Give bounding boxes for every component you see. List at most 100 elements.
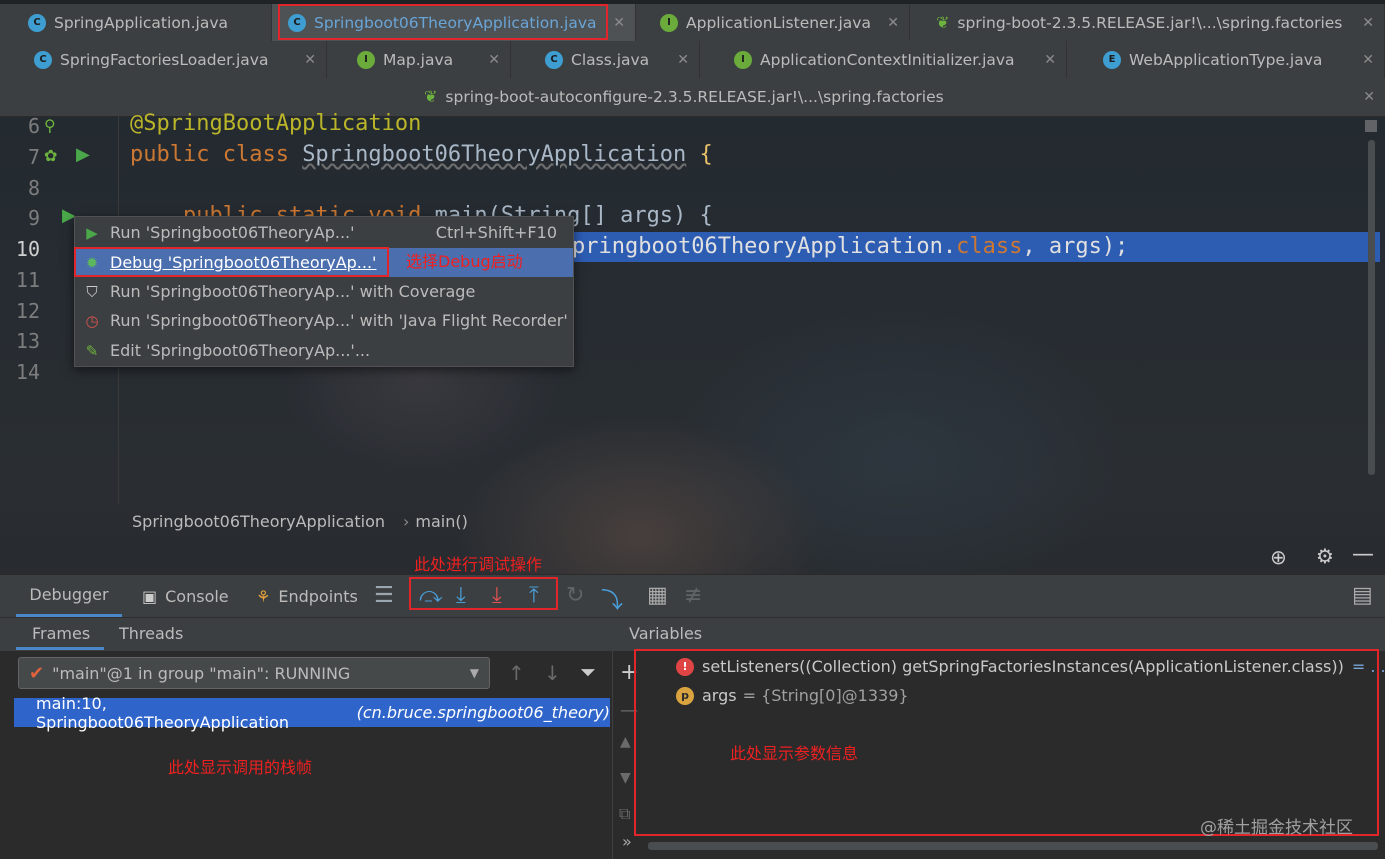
spring-leaf-icon: ❦ bbox=[936, 13, 950, 32]
watermark: @稀土掘金技术社区 bbox=[1200, 818, 1353, 838]
tab-webapplicationtype[interactable]: E WebApplicationType.java ✕ bbox=[1067, 41, 1385, 78]
frames-tab-indicator bbox=[16, 647, 104, 650]
close-icon[interactable]: ✕ bbox=[677, 52, 689, 68]
frame-row[interactable]: main:10, Springboot06TheoryApplication (… bbox=[14, 694, 610, 732]
step-out-icon[interactable]: ⤒ bbox=[529, 583, 539, 608]
spring-boot-gutter-icon[interactable]: ✿ bbox=[44, 146, 57, 165]
run-context-menu: ▶ Run 'Springboot06TheoryAp...' Ctrl+Shi… bbox=[74, 216, 574, 367]
editor-tab-row-2: C SpringFactoriesLoader.java ✕ I Map.jav… bbox=[0, 41, 1385, 79]
layout-settings-icon[interactable]: ▤ bbox=[1352, 583, 1373, 608]
chevron-right-icon: › bbox=[403, 511, 410, 531]
interface-file-icon: I bbox=[357, 50, 375, 69]
code-line-10: pringboot06TheoryApplication.class, args… bbox=[572, 234, 1129, 259]
menu-item-run-flight-recorder[interactable]: ◷ Run 'Springboot06TheoryAp...' with 'Ja… bbox=[75, 306, 573, 335]
breadcrumb-method[interactable]: main() bbox=[415, 512, 467, 531]
breadcrumb-class[interactable]: Springboot06TheoryApplication bbox=[132, 512, 385, 531]
close-icon[interactable]: ✕ bbox=[887, 15, 899, 31]
menu-item-run-coverage[interactable]: ⛉ Run 'Springboot06TheoryAp...' with Cov… bbox=[75, 277, 573, 306]
run-to-cursor-icon[interactable]: ⤵ bbox=[601, 583, 623, 615]
close-icon[interactable]: ✕ bbox=[488, 52, 500, 68]
gear-icon[interactable]: ⚙ bbox=[1316, 544, 1334, 568]
more-icon[interactable]: » bbox=[622, 832, 632, 851]
add-watch-icon[interactable]: + bbox=[620, 660, 638, 685]
close-icon[interactable]: ✕ bbox=[1044, 52, 1056, 68]
remove-watch-icon[interactable]: — bbox=[620, 700, 638, 721]
force-step-into-icon[interactable]: ⤓ bbox=[492, 583, 502, 608]
annotation-frames-info: 此处显示调用的栈帧 bbox=[168, 758, 313, 777]
line-number: 8 bbox=[27, 176, 40, 200]
close-icon[interactable]: ✕ bbox=[1362, 52, 1374, 68]
variables-horizontal-scrollbar[interactable] bbox=[648, 842, 1378, 850]
line-number: 12 bbox=[15, 299, 40, 323]
chevron-down-icon: ▼ bbox=[469, 666, 479, 680]
coverage-icon: ⛉ bbox=[86, 282, 98, 301]
minimize-icon[interactable]: — bbox=[1352, 542, 1374, 567]
thread-selector[interactable]: ✔ "main"@1 in group "main": RUNNING ▼ bbox=[18, 657, 490, 689]
line-number: 10 bbox=[15, 237, 40, 261]
annotation-vars-info: 此处显示参数信息 bbox=[730, 744, 859, 763]
menu-item-run[interactable]: ▶ Run 'Springboot06TheoryAp...' Ctrl+Shi… bbox=[75, 218, 573, 247]
tab-spring-factories[interactable]: ❦ spring-boot-2.3.5.RELEASE.jar!\...\spr… bbox=[910, 4, 1385, 41]
next-frame-icon[interactable]: ↓ bbox=[544, 661, 561, 685]
line-number: 14 bbox=[15, 360, 40, 384]
line-number: 7 bbox=[27, 145, 40, 169]
filter-icon[interactable]: ⏷ bbox=[580, 660, 596, 684]
error-icon: ! bbox=[676, 657, 694, 676]
close-icon[interactable]: ✕ bbox=[304, 52, 316, 68]
close-icon[interactable]: ✕ bbox=[1363, 89, 1375, 105]
tab-springfactoriesloader[interactable]: C SpringFactoriesLoader.java ✕ bbox=[0, 41, 327, 78]
tab-applicationcontextinitializer[interactable]: I ApplicationContextInitializer.java ✕ bbox=[700, 41, 1067, 78]
duplicate-icon[interactable]: ⧉ bbox=[619, 804, 630, 824]
tab-springboot06theoryapplication[interactable]: C Springboot06TheoryApplication.java ✕ bbox=[272, 4, 636, 41]
close-icon[interactable]: ✕ bbox=[613, 15, 625, 31]
inspection-status-icon[interactable] bbox=[1365, 120, 1377, 132]
tab-frames[interactable]: Frames bbox=[32, 624, 90, 643]
move-up-icon[interactable]: ▲ bbox=[620, 734, 631, 750]
tab-springapplication[interactable]: C SpringApplication.java bbox=[0, 4, 272, 41]
close-icon[interactable]: ✕ bbox=[1362, 15, 1374, 31]
tab-applicationlistener[interactable]: I ApplicationListener.java ✕ bbox=[636, 4, 910, 41]
step-into-icon[interactable]: ⤓ bbox=[456, 583, 466, 608]
class-file-icon: C bbox=[288, 13, 306, 32]
checkmark-icon: ✔ bbox=[29, 662, 45, 684]
crosshair-icon[interactable]: ⊕ bbox=[1270, 545, 1287, 569]
tab-console[interactable]: ▣ Console bbox=[142, 575, 229, 617]
drop-frame-icon[interactable]: ↻ bbox=[566, 583, 584, 608]
tab-debugger[interactable]: Debugger bbox=[16, 575, 122, 617]
enum-file-icon: E bbox=[1103, 50, 1121, 69]
class-file-icon: C bbox=[545, 50, 563, 69]
variable-row-args[interactable]: p args = {String[0]@1339} bbox=[676, 686, 909, 705]
previous-frame-icon[interactable]: ↑ bbox=[508, 661, 525, 685]
editor-vertical-scrollbar[interactable] bbox=[1368, 140, 1375, 475]
edit-config-icon: ✎ bbox=[85, 341, 99, 360]
move-down-icon[interactable]: ▼ bbox=[620, 770, 631, 786]
breadcrumb: Springboot06TheoryApplication › main() bbox=[118, 506, 1385, 536]
menu-item-edit-config[interactable]: ✎ Edit 'Springboot06TheoryAp...'... bbox=[75, 336, 573, 365]
trace-stream-icon[interactable]: ≢ bbox=[684, 583, 702, 608]
run-gutter-icon[interactable]: ▶ bbox=[76, 144, 90, 165]
evaluate-expression-icon[interactable]: ▦ bbox=[647, 583, 668, 608]
menu-lines-icon[interactable]: ☰ bbox=[374, 583, 394, 608]
tool-window-strip: ⊕ ⚙ — bbox=[0, 540, 1385, 574]
code-line-6: @SpringBootApplication bbox=[130, 111, 422, 136]
annotation-debug-start: 选择Debug启动 bbox=[406, 252, 523, 271]
debug-subheader: Frames Threads Variables bbox=[0, 617, 1385, 652]
parameter-icon: p bbox=[676, 686, 694, 705]
endpoints-icon: ⚘ bbox=[256, 586, 271, 606]
annotation-debug-ops: 此处进行调试操作 bbox=[414, 555, 543, 574]
interface-file-icon: I bbox=[734, 50, 752, 69]
variable-row-setlisteners[interactable]: ! setListeners((Collection) getSpringFac… bbox=[676, 657, 1385, 676]
tab-autoconfigure-spring-factories[interactable]: ❦ spring-boot-autoconfigure-2.3.5.RELEAS… bbox=[0, 78, 1385, 115]
line-number: 11 bbox=[15, 268, 40, 292]
spring-bean-gutter-icon[interactable]: ⚲ bbox=[44, 116, 56, 135]
code-line-7: public class Springboot06TheoryApplicati… bbox=[130, 142, 713, 167]
line-number: 9 bbox=[27, 206, 40, 230]
debug-icon: ✹ bbox=[85, 253, 99, 272]
tab-endpoints[interactable]: ⚘ Endpoints bbox=[256, 575, 358, 617]
tab-class[interactable]: C Class.java ✕ bbox=[511, 41, 700, 78]
tab-map[interactable]: I Map.java ✕ bbox=[327, 41, 511, 78]
flight-recorder-icon: ◷ bbox=[85, 311, 99, 330]
step-over-icon[interactable]: ⤼ bbox=[419, 583, 443, 608]
console-icon: ▣ bbox=[142, 586, 158, 606]
tab-threads[interactable]: Threads bbox=[119, 624, 183, 643]
